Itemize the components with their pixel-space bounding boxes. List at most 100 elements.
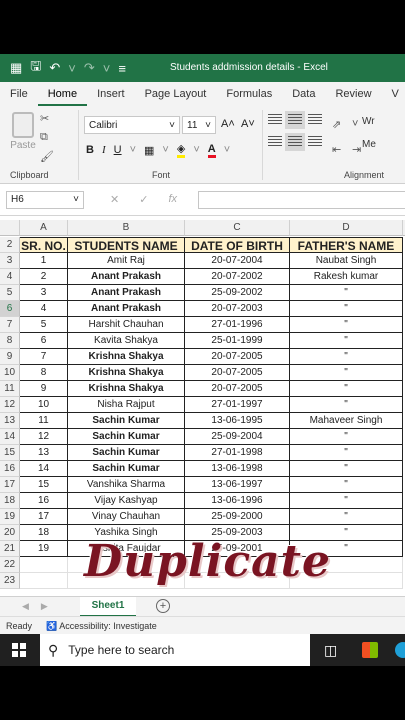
autosave-icon[interactable]: 🖫	[30, 57, 41, 79]
cell-student-name[interactable]: Sachin Kumar	[68, 413, 185, 429]
cell-fathers-name[interactable]: "	[290, 349, 403, 365]
cell-student-name[interactable]: Harshit Chauhan	[68, 317, 185, 333]
chevron-down-icon[interactable]: ˅	[193, 144, 199, 156]
cell-student-name[interactable]: Vijay Kashyap	[68, 493, 185, 509]
row-header[interactable]: 4	[0, 269, 20, 285]
cut-icon[interactable]: ✂	[40, 112, 54, 125]
font-color-icon[interactable]: A	[207, 143, 216, 158]
header-cell-date-of-birth[interactable]: DATE OF BIRTH	[185, 237, 290, 253]
row-header[interactable]: 9	[0, 349, 20, 365]
cell-fathers-name[interactable]: "	[290, 477, 403, 493]
cell-fathers-name[interactable]: "	[290, 365, 403, 381]
grow-font-button[interactable]: A˄	[221, 118, 235, 130]
font-size-dropdown[interactable]: 11 ˅	[182, 116, 216, 134]
empty-cell[interactable]	[20, 573, 68, 589]
edge-icon[interactable]	[395, 642, 405, 658]
empty-cell[interactable]	[20, 557, 68, 573]
cell-student-name[interactable]: Anant Prakash	[68, 269, 185, 285]
cell-sr-no[interactable]: 7	[20, 349, 68, 365]
cell-sr-no[interactable]: 14	[20, 461, 68, 477]
row-header[interactable]: 22	[0, 557, 20, 573]
cell-student-name[interactable]: Krishna Shakya	[68, 381, 185, 397]
row-header[interactable]: 21	[0, 541, 20, 557]
column-header-a[interactable]: A	[20, 220, 68, 236]
customize-toolbar-icon[interactable]: ≡	[118, 61, 126, 76]
add-sheet-icon[interactable]: +	[156, 599, 170, 613]
row-header[interactable]: 17	[0, 477, 20, 493]
header-cell-fathers-name[interactable]: FATHER'S NAME	[290, 237, 403, 253]
tab-page-layout[interactable]: Page Layout	[135, 82, 217, 106]
row-header[interactable]: 12	[0, 397, 20, 413]
fill-color-icon[interactable]: ◈	[176, 142, 186, 158]
cell-student-name[interactable]: Anant Prakash	[68, 285, 185, 301]
chevron-down-icon[interactable]: ˅	[130, 144, 136, 156]
cell-sr-no[interactable]: 5	[20, 317, 68, 333]
row-header[interactable]: 11	[0, 381, 20, 397]
cell-date-of-birth[interactable]: 20-07-2005	[185, 365, 290, 381]
row-header[interactable]: 23	[0, 573, 20, 589]
tab-home[interactable]: Home	[37, 82, 88, 106]
task-view-icon[interactable]: ◫	[324, 642, 337, 659]
chevron-down-icon[interactable]: ˅	[224, 144, 230, 156]
cell-fathers-name[interactable]: "	[290, 333, 403, 349]
name-box[interactable]: H6 ˅	[6, 191, 84, 209]
cell-student-name[interactable]: Nisha Rajput	[68, 397, 185, 413]
cell-sr-no[interactable]: 19	[20, 541, 68, 557]
cell-date-of-birth[interactable]: 20-07-2003	[185, 301, 290, 317]
row-header[interactable]: 10	[0, 365, 20, 381]
redo-icon[interactable]: ↷	[84, 60, 95, 76]
sheet-nav-arrows-icon[interactable]: ◀▶	[22, 601, 60, 612]
header-cell-students-name[interactable]: STUDENTS NAME	[68, 237, 185, 253]
cell-fathers-name[interactable]: "	[290, 493, 403, 509]
cell-date-of-birth[interactable]: 25-09-2002	[185, 285, 290, 301]
column-header-c[interactable]: C	[185, 220, 290, 236]
cell-student-name[interactable]: Sachin Kumar	[68, 461, 185, 477]
cell-sr-no[interactable]: 15	[20, 477, 68, 493]
row-header[interactable]: 13	[0, 413, 20, 429]
paste-button[interactable]: Paste	[8, 112, 38, 151]
cell-sr-no[interactable]: 16	[20, 493, 68, 509]
underline-button[interactable]: U	[114, 144, 122, 156]
cell-fathers-name[interactable]: Mahaveer Singh	[290, 413, 403, 429]
redo-dropdown-icon[interactable]: ˅	[103, 61, 111, 76]
cell-date-of-birth[interactable]: 13-06-1998	[185, 461, 290, 477]
cell-fathers-name[interactable]: "	[290, 429, 403, 445]
windows-start-icon[interactable]	[12, 643, 26, 657]
cell-date-of-birth[interactable]: 13-06-1997	[185, 477, 290, 493]
enter-icon[interactable]: ✓	[139, 193, 148, 206]
copy-icon[interactable]: ⧉	[40, 131, 54, 144]
tab-insert[interactable]: Insert	[87, 82, 135, 106]
cell-sr-no[interactable]: 6	[20, 333, 68, 349]
cell-student-name[interactable]: Sachin Kumar	[68, 445, 185, 461]
cell-date-of-birth[interactable]: 25-09-2004	[185, 429, 290, 445]
formula-input[interactable]	[198, 191, 405, 209]
cell-date-of-birth[interactable]: 20-07-2004	[185, 253, 290, 269]
bottom-align-icon[interactable]	[308, 114, 322, 126]
cell-student-name[interactable]: Anant Prakash	[68, 301, 185, 317]
row-header[interactable]: 3	[0, 253, 20, 269]
row-header[interactable]: 7	[0, 317, 20, 333]
row-header[interactable]: 20	[0, 525, 20, 541]
row-header[interactable]: 2	[0, 237, 20, 253]
undo-dropdown-icon[interactable]: ˅	[68, 61, 76, 76]
cell-sr-no[interactable]: 13	[20, 445, 68, 461]
store-icon[interactable]	[362, 642, 378, 658]
cell-fathers-name[interactable]: "	[290, 301, 403, 317]
insert-function-icon[interactable]: fx	[168, 193, 177, 206]
top-align-icon[interactable]	[268, 114, 282, 126]
cell-fathers-name[interactable]: Naubat Singh	[290, 253, 403, 269]
cell-sr-no[interactable]: 18	[20, 525, 68, 541]
borders-icon[interactable]: ▦	[144, 144, 154, 157]
row-header[interactable]: 16	[0, 461, 20, 477]
cell-date-of-birth[interactable]: 27-01-1996	[185, 317, 290, 333]
cell-date-of-birth[interactable]: 25-01-1999	[185, 333, 290, 349]
select-all-corner[interactable]	[0, 220, 20, 236]
cell-sr-no[interactable]: 17	[20, 509, 68, 525]
cell-fathers-name[interactable]: "	[290, 317, 403, 333]
shrink-font-button[interactable]: A˅	[241, 118, 255, 130]
cell-student-name[interactable]: Kavita Shakya	[68, 333, 185, 349]
align-left-icon[interactable]	[268, 136, 282, 148]
cell-sr-no[interactable]: 10	[20, 397, 68, 413]
row-header[interactable]: 15	[0, 445, 20, 461]
row-header[interactable]: 18	[0, 493, 20, 509]
